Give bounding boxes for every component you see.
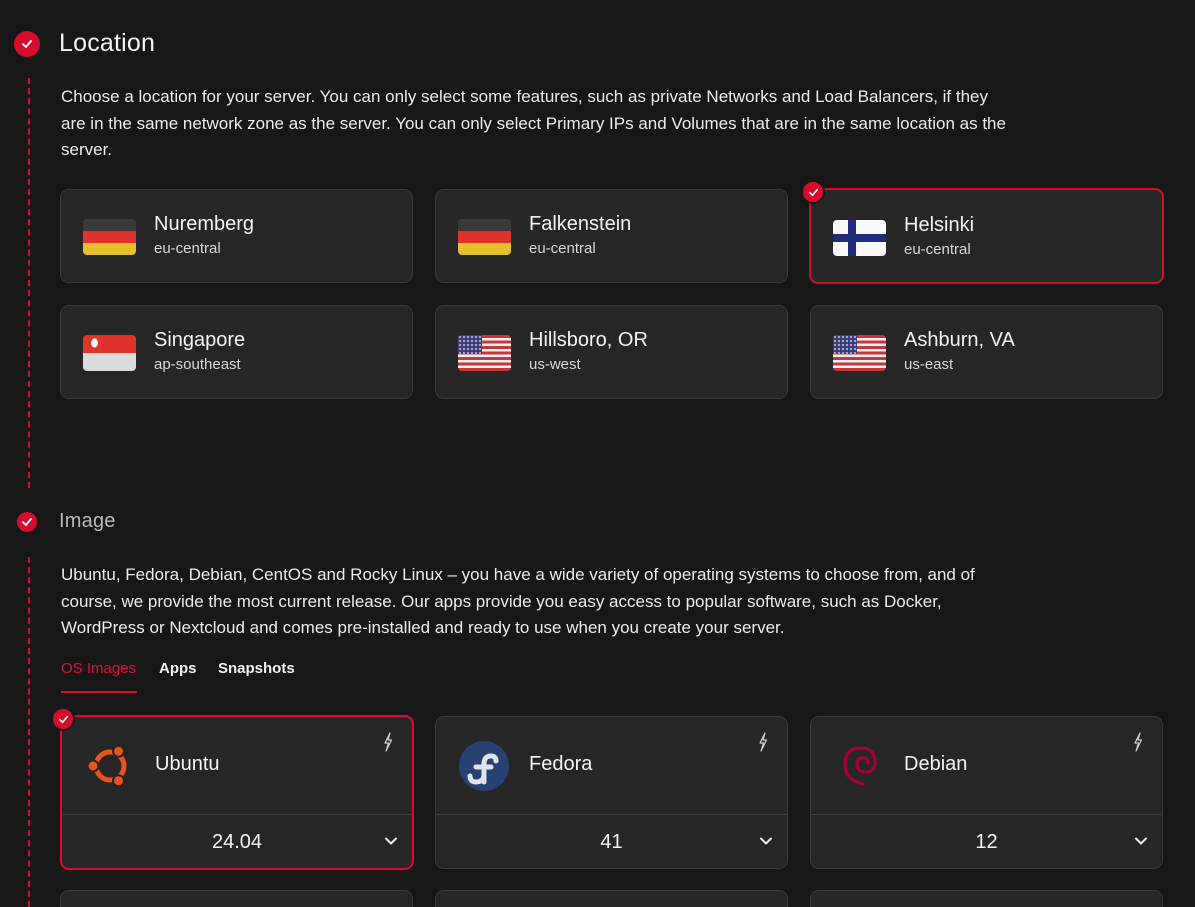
location-card-nuremberg[interactable]: Nuremberg eu-central xyxy=(60,189,413,283)
location-card-falkenstein[interactable]: Falkenstein eu-central xyxy=(435,189,788,283)
finland-flag-icon xyxy=(833,220,886,256)
location-name: Ashburn, VA xyxy=(904,329,1015,351)
location-name: Helsinki xyxy=(904,214,975,236)
tab-os-images[interactable]: OS Images xyxy=(61,660,136,677)
os-card-divider xyxy=(811,814,1162,815)
chevron-down-icon[interactable] xyxy=(384,834,398,848)
fedora-logo-icon xyxy=(459,741,509,791)
bolt-icon xyxy=(759,732,768,752)
location-zone: us-east xyxy=(904,356,954,373)
selected-check-icon xyxy=(801,180,825,204)
selected-check-icon xyxy=(51,707,75,731)
location-zone: us-west xyxy=(529,356,581,373)
image-step-line xyxy=(28,557,30,907)
location-name: Hillsboro, OR xyxy=(529,329,648,351)
os-card-ubuntu[interactable]: Ubuntu 24.04 xyxy=(60,715,414,870)
image-step-check-icon xyxy=(17,512,37,532)
os-version-select[interactable]: 41 xyxy=(436,831,787,854)
location-name: Singapore xyxy=(154,329,246,351)
os-name: Ubuntu xyxy=(155,753,220,775)
germany-flag-icon xyxy=(458,219,511,255)
location-title: Location xyxy=(59,29,156,57)
os-card-partial[interactable] xyxy=(60,890,413,907)
location-card-hillsboro[interactable]: Hillsboro, OR us-west xyxy=(435,305,788,399)
location-name: Nuremberg xyxy=(154,213,255,235)
tab-apps[interactable]: Apps xyxy=(159,660,197,677)
os-card-fedora[interactable]: Fedora 41 xyxy=(435,716,788,869)
tab-snapshots[interactable]: Snapshots xyxy=(218,660,295,677)
location-card-helsinki[interactable]: Helsinki eu-central xyxy=(809,188,1164,284)
singapore-flag-icon xyxy=(83,335,136,371)
location-name: Falkenstein xyxy=(529,213,632,235)
os-card-partial[interactable] xyxy=(435,890,788,907)
active-tab-indicator xyxy=(61,691,137,693)
location-step-check-icon xyxy=(14,31,40,57)
location-description: Choose a location for your server. You c… xyxy=(61,87,1006,159)
os-version-select[interactable]: 12 xyxy=(811,831,1162,854)
location-card-ashburn[interactable]: Ashburn, VA us-east xyxy=(810,305,1163,399)
bolt-icon xyxy=(384,732,393,752)
os-card-debian[interactable]: Debian 12 xyxy=(810,716,1163,869)
os-name: Fedora xyxy=(529,753,593,775)
chevron-down-icon[interactable] xyxy=(759,834,773,848)
location-zone: eu-central xyxy=(529,240,596,257)
os-card-divider xyxy=(62,814,412,815)
image-title: Image xyxy=(59,510,116,532)
location-zone: eu-central xyxy=(154,240,221,257)
chevron-down-icon[interactable] xyxy=(1134,834,1148,848)
os-card-partial[interactable] xyxy=(810,890,1163,907)
image-description: Ubuntu, Fedora, Debian, CentOS and Rocky… xyxy=(61,565,975,637)
location-zone: eu-central xyxy=(904,241,971,258)
ubuntu-logo-icon xyxy=(86,744,127,788)
debian-logo-icon xyxy=(843,746,877,786)
germany-flag-icon xyxy=(83,219,136,255)
usa-flag-icon xyxy=(458,335,511,371)
os-name: Debian xyxy=(904,753,968,775)
bolt-icon xyxy=(1134,732,1143,752)
os-version-select[interactable]: 24.04 xyxy=(62,831,412,854)
location-step-line xyxy=(28,78,30,488)
location-zone: ap-southeast xyxy=(154,356,241,373)
os-card-divider xyxy=(436,814,787,815)
location-card-singapore[interactable]: Singapore ap-southeast xyxy=(60,305,413,399)
usa-flag-icon xyxy=(833,335,886,371)
